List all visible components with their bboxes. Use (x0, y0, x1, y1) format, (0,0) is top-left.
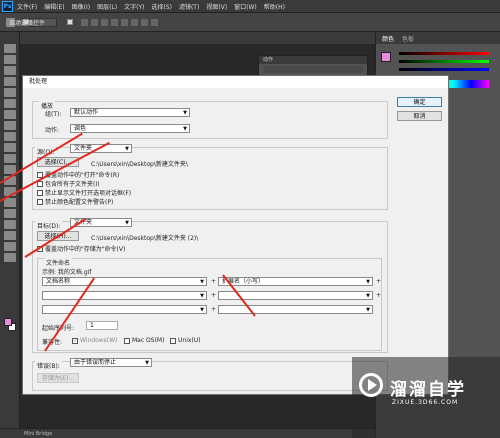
plus-sign: + (211, 278, 217, 285)
suppress-profile-warnings-checkbox[interactable]: 禁止颜色配置文件警告(P) (37, 197, 113, 206)
lasso-tool-icon[interactable] (4, 66, 16, 75)
source-path: C:\Users\xin\Desktop\新建文件夹\ (91, 161, 188, 168)
eraser-tool-icon[interactable] (4, 154, 16, 163)
stamp-tool-icon[interactable] (4, 132, 16, 141)
move-tool-icon[interactable] (4, 44, 16, 53)
action-row[interactable] (263, 66, 363, 73)
bottom-bar: Mini Bridge (0, 428, 375, 438)
compat-mac-checkbox[interactable]: Mac OS(M) (124, 337, 164, 344)
mini-bridge-tab[interactable]: Mini Bridge (24, 431, 52, 437)
batch-dialog: 批处理 播放 组(T): 默认动作 ▼ 动作: 调色 ▼ 源(O): 文件夹 ▼ 选择… (22, 75, 449, 395)
naming-example: 示例: 我的文档.gif (42, 269, 92, 276)
action-dropdown[interactable]: 调色 ▼ (70, 124, 190, 133)
align-buttons[interactable] (81, 18, 158, 26)
play-group: 播放 组(T): 默认动作 ▼ 动作: 调色 ▼ (32, 101, 388, 139)
quick-select-tool-icon[interactable] (4, 77, 16, 86)
naming-field-1[interactable]: 文档名称 ▼ (42, 277, 207, 286)
watermark: 溜溜自学 ZIXUE.3D66.COM (352, 357, 500, 438)
compat-windows-checkbox[interactable]: ✓ Windows(W) (72, 337, 117, 344)
plus-sign: + (376, 292, 382, 299)
foreground-color-swatch[interactable] (4, 318, 12, 326)
file-naming-group: 文件命名 示例: 我的文档.gif 文档名称 ▼ + 扩展名（小写） ▼ + ▼ +… (37, 258, 382, 351)
pen-tool-icon[interactable] (4, 198, 16, 207)
menu-layer[interactable]: 图层(L) (97, 2, 117, 11)
show-transform-checkbox[interactable] (67, 19, 73, 25)
red-slider[interactable] (399, 52, 489, 55)
menu-type[interactable]: 文字(Y) (124, 2, 144, 11)
plus-sign: + (211, 306, 217, 313)
menu-filter[interactable]: 滤镜(T) (179, 2, 199, 11)
options-bar: 自动选择： 显示变换控件 (0, 13, 500, 32)
document-tab-bar (20, 32, 375, 44)
history-brush-icon[interactable] (4, 143, 16, 152)
color-preview-swatch[interactable] (381, 52, 391, 62)
destination-label: 目标(D): (35, 221, 63, 230)
naming-field-3[interactable]: ▼ (42, 291, 207, 300)
destination-path: C:\Users\xin\Desktop\新建文件夹 (2)\ (91, 235, 199, 242)
dialog-title: 批处理 (23, 76, 448, 88)
hand-tool-icon[interactable] (4, 242, 16, 251)
menu-bar: Ps 文件(F) 编辑(E) 图像(I) 图层(L) 文字(Y) 选择(S) 滤… (0, 0, 500, 13)
set-label: 组(T): (45, 111, 62, 118)
marquee-tool-icon[interactable] (4, 55, 16, 64)
plus-sign: + (376, 278, 382, 285)
menu-select[interactable]: 选择(S) (151, 2, 172, 11)
photoshop-logo: Ps (2, 0, 13, 12)
zoom-tool-icon[interactable] (4, 253, 16, 262)
errors-dropdown[interactable]: 由于错误而停止 ▼ (70, 358, 152, 367)
naming-field-5[interactable]: ▼ (42, 305, 207, 314)
action-label: 动作: (45, 127, 60, 134)
file-naming-title: 文件命名 (44, 258, 73, 267)
menu-view[interactable]: 视图(V) (206, 2, 227, 11)
brush-tool-icon[interactable] (4, 121, 16, 130)
errors-save-as-button[interactable]: 存储为(E)... (37, 373, 79, 383)
watermark-url: ZIXUE.3D66.COM (392, 399, 459, 406)
tools-panel (0, 32, 20, 438)
menu-image[interactable]: 图像(I) (72, 2, 90, 11)
serial-input[interactable]: 1 (86, 321, 118, 330)
errors-group: 错误(B): 由于错误而停止 ▼ 存储为(E)... (32, 358, 388, 391)
crop-tool-icon[interactable] (4, 88, 16, 97)
ok-button[interactable]: 确定 (397, 97, 442, 107)
actions-tab[interactable]: 动作 (259, 57, 273, 63)
suppress-open-dialogs-checkbox[interactable]: 禁止显示文件打开选项对话框(F) (37, 188, 131, 197)
play-logo-icon (359, 373, 383, 397)
menu-file[interactable]: 文件(F) (17, 2, 37, 11)
menu-edit[interactable]: 编辑(E) (44, 2, 64, 11)
eyedropper-tool-icon[interactable] (4, 99, 16, 108)
cancel-button[interactable]: 取消 (397, 111, 442, 121)
menu-help[interactable]: 帮助(H) (264, 2, 285, 11)
type-tool-icon[interactable] (4, 209, 16, 218)
compat-unix-checkbox[interactable]: Unix(U) (170, 337, 201, 344)
set-dropdown[interactable]: 默认动作 ▼ (70, 108, 190, 117)
green-slider[interactable] (399, 60, 489, 63)
errors-label: 错误(B): (35, 361, 62, 370)
tab-swatches[interactable]: 色板 (402, 34, 414, 43)
watermark-brand: 溜溜自学 (390, 380, 466, 400)
naming-field-2[interactable]: 扩展名（小写） ▼ (218, 277, 373, 286)
blue-slider[interactable] (399, 68, 489, 71)
naming-field-6[interactable]: ▼ (218, 305, 373, 314)
override-save-checkbox[interactable]: ✓覆盖动作中的"存储为"命令(V) (37, 244, 125, 253)
healing-tool-icon[interactable] (4, 110, 16, 119)
show-transform-label: 显示变换控件 (9, 19, 46, 27)
tab-color[interactable]: 颜色 (382, 34, 394, 43)
plus-sign: + (211, 292, 217, 299)
menu-window[interactable]: 窗口(W) (234, 2, 257, 11)
path-select-tool-icon[interactable] (4, 220, 16, 229)
include-subfolders-checkbox[interactable]: 包含所有子文件夹(I) (37, 179, 99, 188)
shape-tool-icon[interactable] (4, 231, 16, 240)
